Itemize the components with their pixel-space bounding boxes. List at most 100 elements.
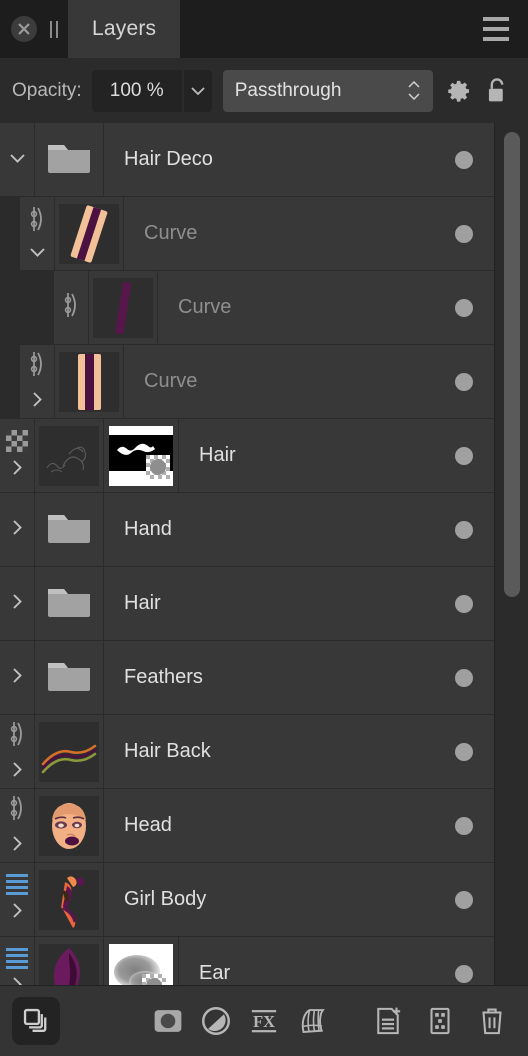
layer-expand-toggle[interactable] [11, 975, 23, 985]
layer-thumbnail-cell[interactable] [35, 789, 104, 862]
layer-thumbnail-cell[interactable] [35, 567, 104, 640]
layer-name-cell[interactable]: Hair [179, 419, 495, 492]
opacity-input[interactable]: 100 % [91, 69, 182, 112]
layer-expand-toggle[interactable] [11, 760, 23, 784]
layer-visibility-toggle[interactable] [455, 890, 473, 909]
layer-thumbnail-cell[interactable] [35, 937, 104, 985]
layer-visibility-toggle[interactable] [455, 964, 473, 983]
lock-layer-button[interactable] [478, 76, 516, 106]
layer-thumbnail-cell[interactable] [55, 197, 124, 270]
layer-thumbnail [39, 425, 99, 486]
layer-row[interactable]: Hair Deco [0, 123, 495, 197]
layer-expand-toggle[interactable] [28, 245, 47, 263]
layer-row-gutter[interactable] [0, 419, 35, 492]
scrollbar-thumb[interactable] [504, 131, 520, 598]
layer-visibility-toggle[interactable] [455, 224, 473, 243]
layer-list-scrollbar[interactable] [494, 123, 528, 985]
new-mask-layer-button[interactable] [416, 997, 464, 1045]
layer-name-cell[interactable]: Feathers [104, 641, 495, 714]
layer-row-gutter[interactable] [0, 123, 35, 196]
layer-row[interactable]: Curve [0, 345, 495, 419]
layer-row[interactable]: Hair [0, 419, 495, 493]
layer-name-cell[interactable]: Hair Deco [104, 123, 495, 196]
layer-mask-cell[interactable] [104, 419, 179, 492]
layer-thumbnail-cell[interactable] [55, 345, 124, 418]
layer-visibility-toggle[interactable] [455, 594, 473, 613]
layer-row-gutter[interactable] [0, 789, 35, 862]
layer-row[interactable]: Girl Body [0, 863, 495, 937]
layer-visibility-toggle[interactable] [455, 372, 473, 391]
layer-list[interactable]: Hair Deco Curve Curve Curve Hair Hand Ha… [0, 123, 528, 985]
layer-row-gutter[interactable] [0, 567, 35, 640]
layer-expand-toggle[interactable] [11, 834, 23, 858]
layer-name-cell[interactable]: Ear [179, 937, 495, 985]
layer-name-cell[interactable]: Hair [104, 567, 495, 640]
layer-thumbnail-cell[interactable] [35, 863, 104, 936]
mesh-warp-button[interactable] [288, 997, 336, 1045]
opacity-dropdown-button[interactable] [183, 69, 212, 112]
layer-settings-button[interactable] [440, 76, 478, 106]
new-layer-button[interactable] [364, 997, 412, 1045]
layer-row[interactable]: Head [0, 789, 495, 863]
layer-row[interactable]: Feathers [0, 641, 495, 715]
layer-visibility-toggle[interactable] [455, 298, 473, 317]
layer-stack-button[interactable] [12, 997, 60, 1045]
layer-thumbnail-cell[interactable] [89, 271, 158, 344]
layer-row-gutter[interactable] [0, 863, 35, 936]
layer-name-cell[interactable]: Curve [158, 271, 495, 344]
layer-row-gutter[interactable] [54, 271, 89, 344]
layer-thumbnail-cell[interactable] [35, 419, 104, 492]
layer-thumbnail-cell[interactable] [35, 493, 104, 566]
layer-visibility-toggle[interactable] [455, 668, 473, 687]
layer-thumbnail-cell[interactable] [35, 641, 104, 714]
delete-layer-button[interactable] [468, 997, 516, 1045]
layer-row-gutter[interactable] [20, 345, 55, 418]
folder-icon [46, 139, 92, 180]
opacity-value: 100 % [109, 79, 164, 101]
layer-visibility-toggle[interactable] [455, 150, 473, 169]
layer-name-cell[interactable]: Girl Body [104, 863, 495, 936]
layer-effects-button[interactable]: FX [240, 997, 288, 1045]
layer-thumbnail [59, 351, 119, 412]
layer-name-cell[interactable]: Hair Back [104, 715, 495, 788]
layer-expand-toggle[interactable] [11, 666, 23, 690]
adjustment-layer-button[interactable] [192, 997, 240, 1045]
layer-thumbnail-cell[interactable] [35, 123, 104, 196]
layer-expand-toggle[interactable] [11, 901, 23, 925]
layer-name-cell[interactable]: Head [104, 789, 495, 862]
layer-row[interactable]: Curve [0, 197, 495, 271]
tab-layers[interactable]: Layers [68, 0, 181, 58]
layers-panel: Layers Opacity: 100 % Passthrough Hair D… [0, 0, 528, 1056]
layer-name-cell[interactable]: Hand [104, 493, 495, 566]
layer-row-gutter[interactable] [0, 641, 35, 714]
layer-row[interactable]: Curve [0, 271, 495, 345]
layer-expand-toggle[interactable] [11, 592, 23, 616]
layer-name-cell[interactable]: Curve [124, 197, 495, 270]
layer-thumbnail-cell[interactable] [35, 715, 104, 788]
pause-icon[interactable] [50, 20, 58, 38]
layer-visibility-toggle[interactable] [455, 742, 473, 761]
layer-mask-cell[interactable] [104, 937, 179, 985]
layer-expand-toggle[interactable] [31, 390, 43, 414]
layer-name-cell[interactable]: Curve [124, 345, 495, 418]
layer-visibility-toggle[interactable] [455, 520, 473, 539]
hamburger-menu-icon[interactable] [464, 0, 528, 58]
layer-visibility-toggle[interactable] [455, 816, 473, 835]
layer-row[interactable]: Hand [0, 493, 495, 567]
layer-expand-toggle[interactable] [11, 458, 23, 482]
blend-mode-select[interactable]: Passthrough [222, 69, 433, 112]
layer-options-bar: Opacity: 100 % Passthrough [0, 58, 528, 123]
layer-row-gutter[interactable] [20, 197, 55, 270]
layer-visibility-toggle[interactable] [455, 446, 473, 465]
layer-row-gutter[interactable] [0, 937, 35, 985]
layer-row-gutter[interactable] [0, 715, 35, 788]
layer-expand-toggle[interactable] [8, 151, 27, 169]
layer-expand-toggle[interactable] [11, 518, 23, 542]
close-circle-icon[interactable] [11, 16, 37, 42]
folder-icon [46, 583, 92, 624]
layer-row[interactable]: Hair [0, 567, 495, 641]
layer-row[interactable]: Ear [0, 937, 495, 985]
layer-row[interactable]: Hair Back [0, 715, 495, 789]
layer-row-gutter[interactable] [0, 493, 35, 566]
add-mask-button[interactable] [144, 997, 192, 1045]
